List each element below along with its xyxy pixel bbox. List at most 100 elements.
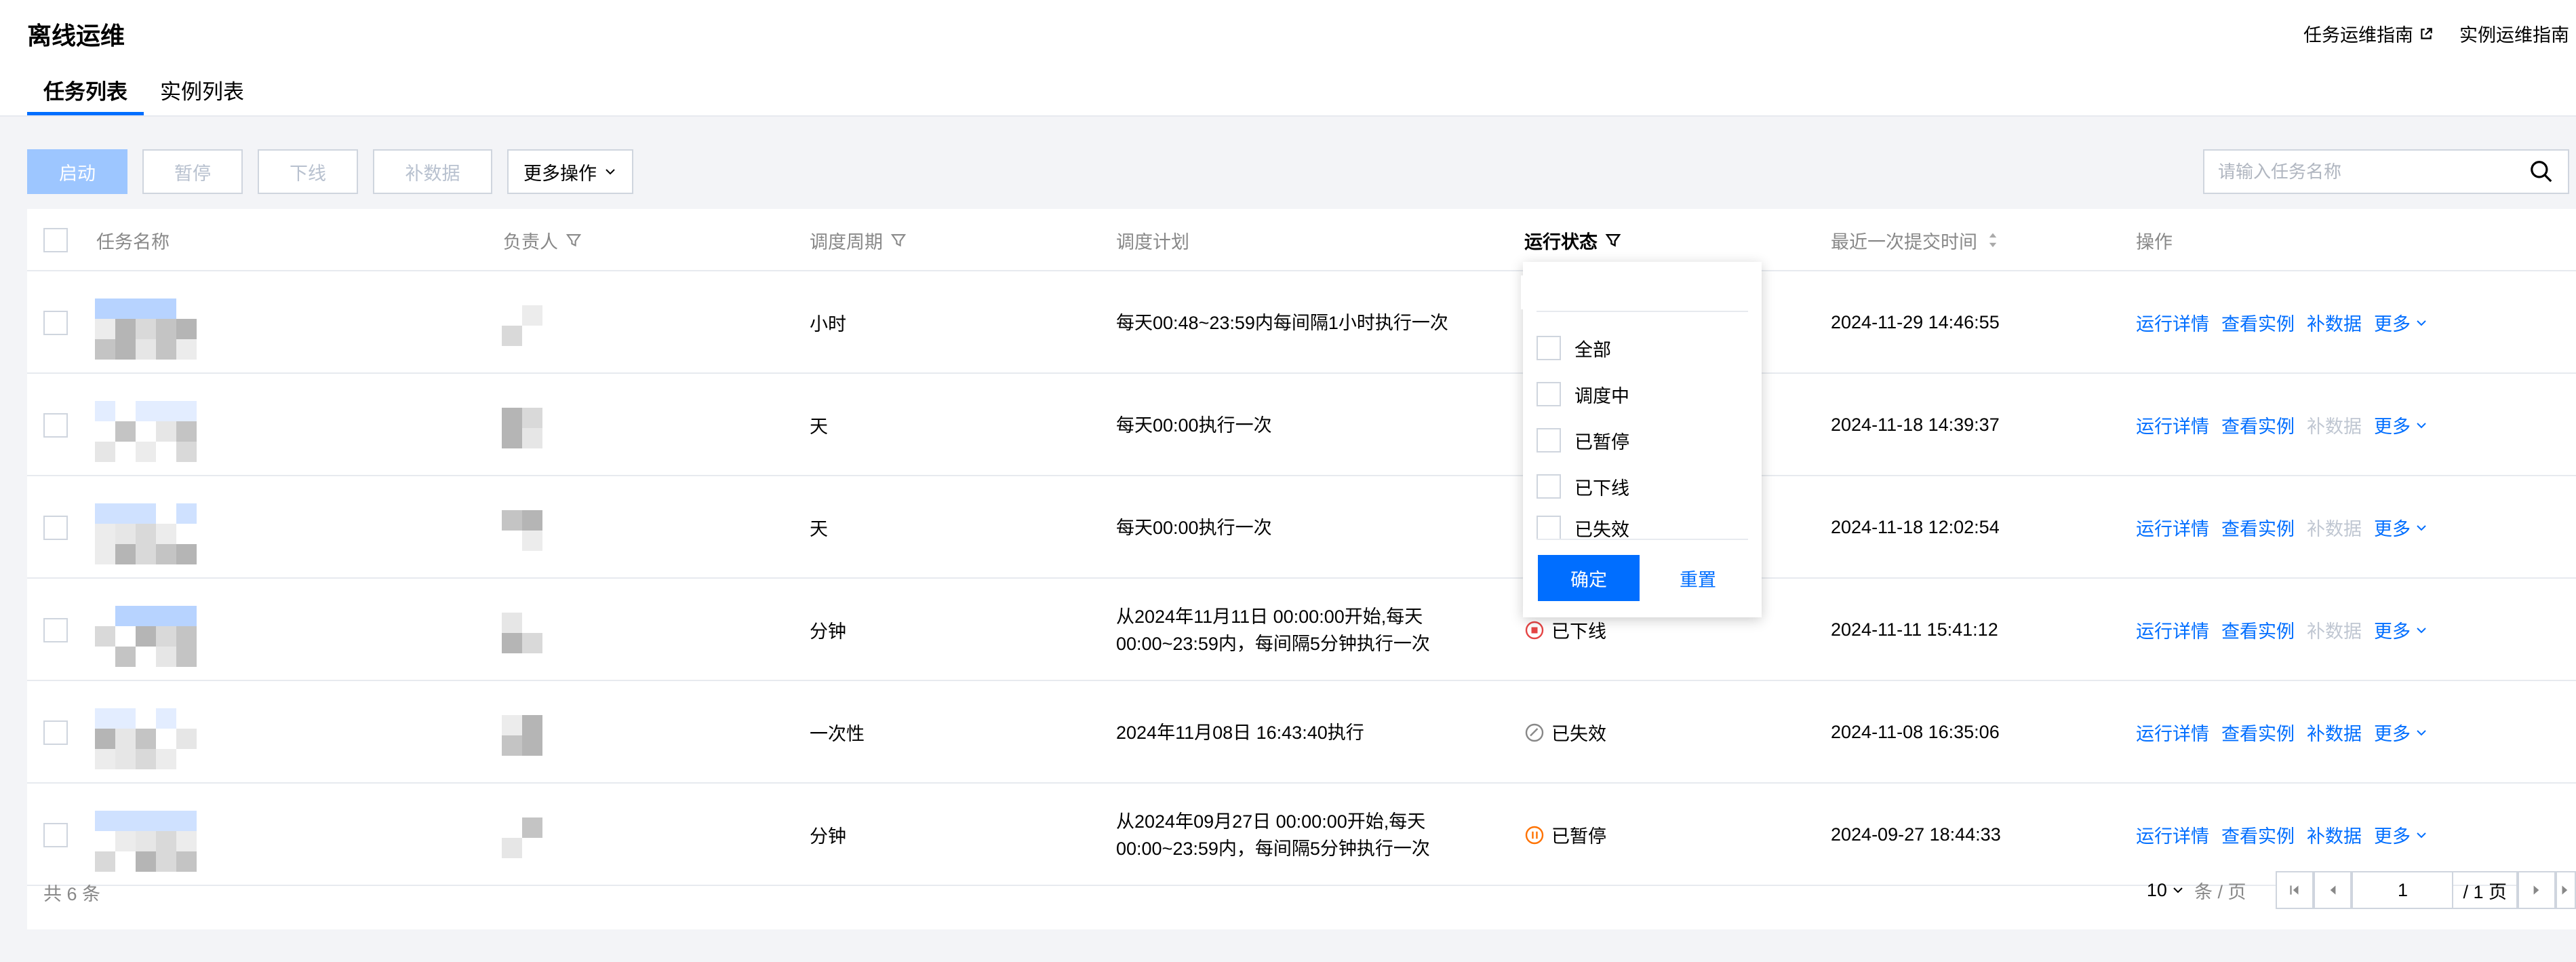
offline-button[interactable]: 下线	[258, 149, 358, 194]
row-checkbox[interactable]	[43, 617, 68, 642]
search-icon[interactable]	[2529, 159, 2554, 185]
first-page-button[interactable]	[2276, 871, 2314, 909]
table-row: 天 每天00:00执行一次 2024-11-18 12:02:54 运行详情 查看实例补…	[27, 476, 2576, 579]
run-details-link[interactable]: 运行详情	[2136, 822, 2209, 848]
row-select-cell	[43, 681, 68, 784]
toolbar: 启动 暂停 下线 补数据 更多操作	[27, 149, 633, 194]
row-more-menu[interactable]: 更多	[2374, 822, 2428, 848]
more-actions-button[interactable]: 更多操作	[507, 149, 633, 194]
table-header: 任务名称 负责人 调度周期 调度计划 运行状态 最近一次提交时间 操作	[27, 209, 2576, 271]
row-select-cell	[43, 476, 68, 579]
run-details-link[interactable]: 运行详情	[2136, 514, 2209, 541]
page-title: 离线运维	[27, 22, 125, 50]
pause-button[interactable]: 暂停	[142, 149, 243, 194]
status-option-all[interactable]: 全部	[1537, 331, 1611, 365]
view-instances-link[interactable]: 查看实例	[2221, 309, 2295, 336]
view-instances-link[interactable]: 查看实例	[2221, 719, 2295, 746]
row-checkbox[interactable]	[43, 515, 68, 540]
run-details-link[interactable]: 运行详情	[2136, 719, 2209, 746]
option-checkbox[interactable]	[1537, 474, 1561, 499]
sort-icon[interactable]	[1984, 231, 2002, 249]
row-more-label: 更多	[2374, 519, 2411, 539]
option-label: 调度中	[1574, 385, 1629, 406]
page-size-select[interactable]: 10	[2147, 880, 2185, 901]
row-actions-cell: 运行详情 查看实例 补数据 更多	[2136, 681, 2428, 784]
schedule-cycle-cell: 分钟	[810, 621, 846, 642]
row-checkbox[interactable]	[43, 720, 68, 745]
instance-ops-guide-label: 实例运维指南	[2459, 25, 2569, 45]
page-size-value: 10	[2146, 879, 2167, 900]
redacted-mosaic	[95, 299, 197, 363]
chevron-down-icon	[2173, 887, 2183, 893]
select-all-checkbox[interactable]	[43, 228, 68, 252]
row-more-menu[interactable]: 更多	[2374, 309, 2428, 336]
task-search-input[interactable]	[2218, 161, 2529, 182]
instance-ops-guide-link[interactable]: 实例运维指南	[2459, 20, 2569, 47]
run-details-link[interactable]: 运行详情	[2136, 617, 2209, 643]
row-more-label: 更多	[2374, 621, 2411, 642]
option-checkbox[interactable]	[1537, 336, 1561, 360]
option-checkbox[interactable]	[1537, 428, 1561, 453]
start-button[interactable]: 启动	[27, 149, 127, 194]
row-more-menu[interactable]: 更多	[2374, 412, 2428, 438]
row-checkbox[interactable]	[43, 310, 68, 335]
row-more-label: 更多	[2374, 826, 2411, 847]
row-more-menu[interactable]: 更多	[2374, 719, 2428, 746]
tab-instance-list[interactable]: 实例列表	[144, 75, 260, 115]
row-actions-cell: 运行详情 查看实例 补数据 更多	[2136, 271, 2428, 374]
table-footer: 共 6 条 10 条 / 页 / 1 页	[27, 852, 2576, 929]
expired-icon	[1525, 723, 1544, 742]
row-more-label: 更多	[2374, 314, 2411, 334]
backfill-button[interactable]: 补数据	[373, 149, 492, 194]
row-actions-cell: 运行详情 查看实例 补数据 更多	[2136, 476, 2428, 579]
row-backfill-link[interactable]: 补数据	[2307, 719, 2362, 746]
confirm-button[interactable]: 确定	[1538, 555, 1640, 601]
filter-icon[interactable]	[890, 231, 907, 249]
schedule-cycle-cell: 小时	[810, 314, 846, 334]
prev-page-button[interactable]	[2314, 871, 2352, 909]
schedule-plan-cell: 每天00:00执行一次	[1116, 476, 1272, 579]
schedule-plan-line: 每天00:00执行一次	[1116, 415, 1272, 436]
run-details-link[interactable]: 运行详情	[2136, 309, 2209, 336]
total-pages: / 1 页	[2453, 871, 2518, 909]
row-actions-cell: 运行详情 查看实例 补数据 更多	[2136, 579, 2428, 681]
task-search-box	[2203, 149, 2569, 194]
next-page-button[interactable]	[2518, 871, 2556, 909]
column-label: 调度周期	[810, 231, 883, 252]
guide-links: 任务运维指南 实例运维指南	[2303, 20, 2569, 47]
view-instances-link[interactable]: 查看实例	[2221, 617, 2295, 643]
reset-button[interactable]: 重置	[1657, 555, 1739, 601]
view-instances-link[interactable]: 查看实例	[2221, 514, 2295, 541]
column-label: 负责人	[503, 231, 558, 252]
row-backfill-link[interactable]: 补数据	[2307, 822, 2362, 848]
filter-icon[interactable]	[565, 231, 582, 249]
option-checkbox[interactable]	[1537, 382, 1561, 406]
row-backfill-link[interactable]: 补数据	[2307, 309, 2362, 336]
chevron-down-icon	[2417, 422, 2426, 428]
status-option-paused[interactable]: 已暂停	[1537, 423, 1629, 457]
status-option-expired[interactable]: 已失效	[1537, 516, 1629, 540]
row-checkbox[interactable]	[43, 412, 68, 438]
row-more-menu[interactable]: 更多	[2374, 617, 2428, 643]
row-backfill-link: 补数据	[2307, 519, 2362, 539]
run-details-link[interactable]: 运行详情	[2136, 412, 2209, 438]
tab-task-list[interactable]: 任务列表	[27, 75, 144, 115]
chevron-down-icon	[2417, 320, 2426, 326]
column-label: 运行状态	[1524, 231, 1598, 252]
status-option-offline[interactable]: 已下线	[1537, 469, 1629, 503]
table-row: 小时 每天00:48~23:59内每间隔1小时执行一次 2024-11-29 14:…	[27, 271, 2576, 374]
last-submit-time-cell: 2024-11-18 12:02:54	[1831, 517, 2000, 537]
schedule-plan-line: 从2024年09月27日 00:00:00开始,每天	[1116, 811, 1426, 832]
row-more-menu[interactable]: 更多	[2374, 514, 2428, 541]
row-checkbox[interactable]	[43, 822, 68, 847]
view-instances-link[interactable]: 查看实例	[2221, 412, 2295, 438]
status-filter-search-input[interactable]	[1521, 275, 1748, 309]
schedule-cycle-cell: 一次性	[810, 724, 865, 744]
option-checkbox[interactable]	[1537, 516, 1561, 540]
view-instances-link[interactable]: 查看实例	[2221, 822, 2295, 848]
current-page-input[interactable]	[2352, 871, 2454, 909]
last-page-button[interactable]	[2556, 871, 2576, 909]
filter-icon[interactable]	[1604, 231, 1622, 249]
task-ops-guide-link[interactable]: 任务运维指南	[2303, 20, 2434, 47]
status-option-scheduling[interactable]: 调度中	[1537, 377, 1629, 411]
